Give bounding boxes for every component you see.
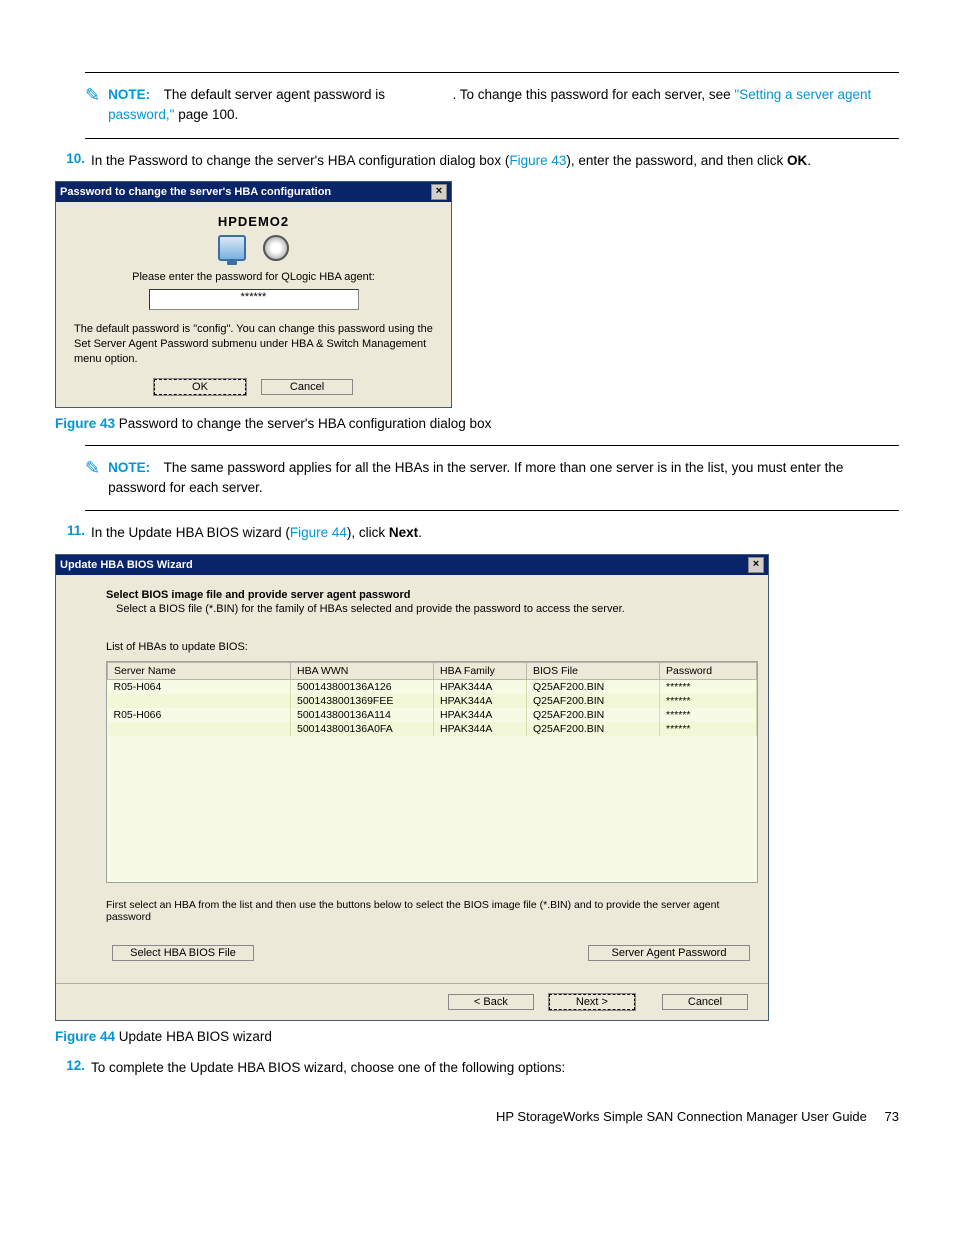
dialog-titlebar: Update HBA BIOS Wizard × — [56, 555, 768, 575]
dialog-titlebar: Password to change the server's HBA conf… — [56, 182, 451, 202]
dialog-title: Password to change the server's HBA conf… — [60, 186, 331, 198]
note-text-3: page 100. — [178, 107, 238, 122]
hba-table[interactable]: Server Name HBA WWN HBA Family BIOS File… — [106, 661, 758, 883]
dialog-server-name: HPDEMO2 — [74, 214, 433, 229]
figure-43-caption: Figure 43 Password to change the server'… — [55, 416, 899, 431]
note-block-1: ✎ NOTE: The default server agent passwor… — [85, 85, 899, 126]
step-number: 10. — [55, 151, 85, 172]
dialog-prompt: Please enter the password for QLogic HBA… — [74, 271, 433, 283]
note-text-2: . To change this password for each serve… — [453, 87, 735, 102]
note-icon: ✎ — [85, 85, 100, 106]
step-12: 12. To complete the Update HBA BIOS wiza… — [55, 1058, 899, 1079]
rule — [85, 72, 899, 73]
next-button[interactable]: Next > — [549, 994, 635, 1010]
figure-label: Figure 43 — [55, 416, 115, 431]
close-icon[interactable]: × — [431, 184, 447, 200]
dialog-hint: The default password is "config". You ca… — [74, 322, 433, 367]
step-text: In the Update HBA BIOS wizard (Figure 44… — [91, 523, 422, 544]
monitor-icon — [218, 235, 246, 261]
gear-icon — [263, 235, 289, 261]
ok-button[interactable]: OK — [154, 379, 246, 395]
page-footer: HP StorageWorks Simple SAN Connection Ma… — [55, 1109, 899, 1124]
step-text: In the Password to change the server's H… — [91, 151, 811, 172]
wizard-heading: Select BIOS image file and provide serve… — [106, 589, 738, 601]
note-icon: ✎ — [85, 458, 100, 479]
step-number: 12. — [55, 1058, 85, 1079]
note-label: NOTE: — [108, 87, 150, 102]
step-text: To complete the Update HBA BIOS wizard, … — [91, 1058, 565, 1079]
password-input[interactable]: ****** — [149, 289, 359, 310]
figure-label: Figure 44 — [55, 1029, 115, 1044]
rule — [85, 138, 899, 139]
password-dialog: Password to change the server's HBA conf… — [55, 181, 452, 408]
figure-44-caption: Figure 44 Update HBA BIOS wizard — [55, 1029, 899, 1044]
select-bios-file-button[interactable]: Select HBA BIOS File — [112, 945, 254, 961]
step-number: 11. — [55, 523, 85, 544]
col-bios[interactable]: BIOS File — [527, 663, 660, 680]
rule — [85, 510, 899, 511]
table-row[interactable]: R05-H066500143800136A114HPAK344AQ25AF200… — [108, 708, 757, 722]
list-label: List of HBAs to update BIOS: — [106, 641, 738, 653]
note-text-1: The default server agent password is — [164, 87, 385, 102]
dialog-title: Update HBA BIOS Wizard — [60, 559, 193, 571]
step-11: 11. In the Update HBA BIOS wizard (Figur… — [55, 523, 899, 544]
cancel-button[interactable]: Cancel — [662, 994, 748, 1010]
col-family[interactable]: HBA Family — [434, 663, 527, 680]
figure-link[interactable]: Figure 44 — [290, 525, 347, 540]
update-bios-wizard: Update HBA BIOS Wizard × Select BIOS ima… — [55, 554, 769, 1021]
table-row[interactable]: R05-H064500143800136A126HPAK344AQ25AF200… — [108, 680, 757, 695]
note-label: NOTE: — [108, 460, 150, 475]
table-row[interactable]: 500143800136A0FAHPAK344AQ25AF200.BIN****… — [108, 722, 757, 736]
dialog-icons — [74, 235, 433, 261]
back-button[interactable]: < Back — [448, 994, 534, 1010]
rule — [85, 445, 899, 446]
col-password[interactable]: Password — [660, 663, 757, 680]
wizard-footer: < Back Next > Cancel — [56, 983, 768, 1020]
wizard-instructions: First select an HBA from the list and th… — [106, 899, 738, 923]
wizard-subtext: Select a BIOS file (*.BIN) for the famil… — [116, 603, 738, 615]
footer-text: HP StorageWorks Simple SAN Connection Ma… — [496, 1109, 867, 1124]
table-header-row: Server Name HBA WWN HBA Family BIOS File… — [108, 663, 757, 680]
note-text: NOTE: The default server agent password … — [108, 85, 899, 126]
close-icon[interactable]: × — [748, 557, 764, 573]
table-row[interactable]: 5001438001369FEEHPAK344AQ25AF200.BIN****… — [108, 694, 757, 708]
cancel-button[interactable]: Cancel — [261, 379, 353, 395]
figure-link[interactable]: Figure 43 — [509, 153, 566, 168]
server-agent-password-button[interactable]: Server Agent Password — [588, 945, 750, 961]
col-server[interactable]: Server Name — [108, 663, 291, 680]
note-block-2: ✎ NOTE: The same password applies for al… — [85, 458, 899, 499]
step-10: 10. In the Password to change the server… — [55, 151, 899, 172]
page: ✎ NOTE: The default server agent passwor… — [0, 0, 954, 1154]
page-number: 73 — [885, 1109, 899, 1124]
col-wwn[interactable]: HBA WWN — [291, 663, 434, 680]
note-text: NOTE: The same password applies for all … — [108, 458, 899, 499]
